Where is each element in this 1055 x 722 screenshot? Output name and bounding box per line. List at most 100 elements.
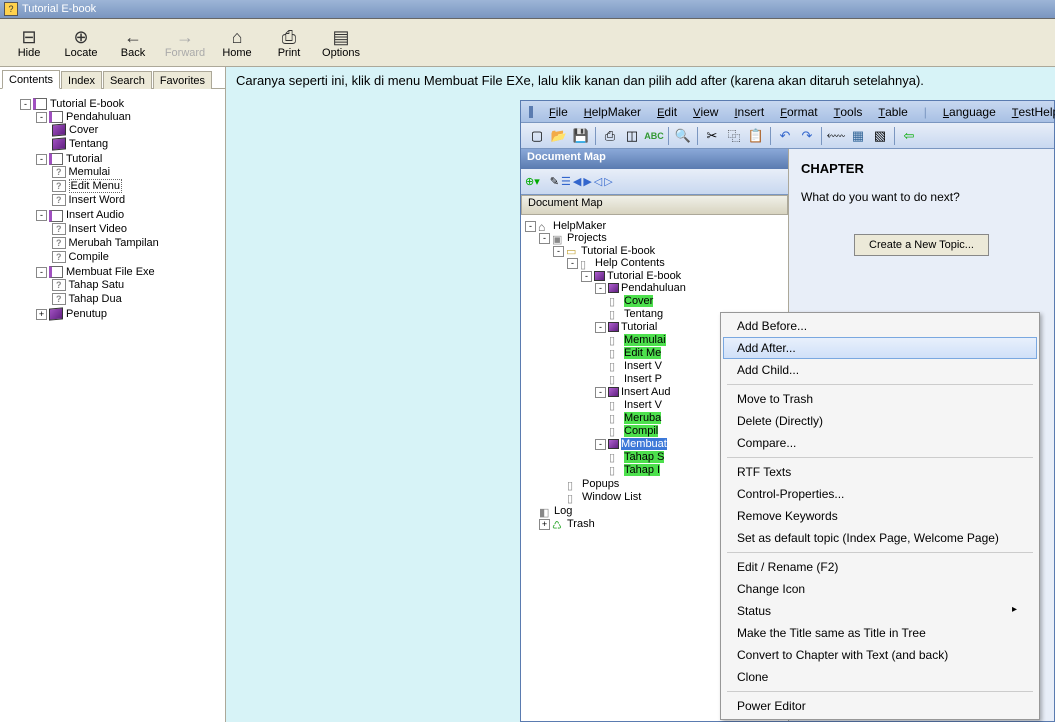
paste-icon[interactable]: 📋	[746, 126, 766, 146]
tree-item[interactable]: Memulai	[69, 166, 111, 178]
tab-search[interactable]: Search	[103, 71, 152, 89]
dtree-item[interactable]: Cover	[624, 295, 653, 307]
save-icon[interactable]: 💾	[571, 126, 591, 146]
dtree-item[interactable]: Window List	[582, 491, 641, 503]
tree-item[interactable]: Penutup	[66, 308, 107, 320]
menu-item[interactable]: Control-Properties...	[723, 483, 1037, 505]
menu-language[interactable]: Language	[937, 103, 1002, 121]
dtree-item[interactable]: Memulai	[624, 334, 666, 346]
tab-favorites[interactable]: Favorites	[153, 71, 212, 89]
expand-toggle[interactable]: -	[595, 322, 606, 333]
expand-toggle[interactable]: -	[20, 99, 31, 110]
table-icon[interactable]: ▦	[848, 126, 868, 146]
create-topic-button[interactable]: Create a New Topic...	[854, 234, 989, 256]
menu-item[interactable]: Change Icon	[723, 578, 1037, 600]
tree-item[interactable]: Merubah Tampilan	[69, 237, 159, 249]
expand-toggle[interactable]: -	[567, 258, 578, 269]
print-icon[interactable]: ⎙	[600, 126, 620, 146]
dtree-item[interactable]: Insert V	[624, 399, 662, 411]
tree-item[interactable]: Cover	[69, 124, 98, 136]
edit-icon[interactable]: ✎	[550, 175, 559, 188]
menu-insert[interactable]: Insert	[728, 103, 770, 121]
image-icon[interactable]: ▧	[870, 126, 890, 146]
nav1-icon[interactable]: ◀	[573, 175, 581, 188]
new-icon[interactable]: ▢	[527, 126, 547, 146]
nav4-icon[interactable]: ▷	[604, 175, 612, 188]
spell-icon[interactable]: ABC	[644, 126, 664, 146]
menu-item[interactable]: Move to Trash	[723, 388, 1037, 410]
dtree-item[interactable]: Projects	[567, 232, 607, 244]
expand-toggle[interactable]: -	[36, 210, 47, 221]
expand-toggle[interactable]: -	[525, 221, 536, 232]
expand-toggle[interactable]: -	[581, 271, 592, 282]
menu-item[interactable]: Power Editor	[723, 695, 1037, 717]
back-icon[interactable]: ⇦	[899, 126, 919, 146]
preview-icon[interactable]: ◫	[622, 126, 642, 146]
menu-format[interactable]: Format	[774, 103, 823, 121]
tree-item[interactable]: Pendahuluan	[66, 111, 131, 123]
expand-toggle[interactable]: -	[595, 283, 606, 294]
menu-item[interactable]: Add After...	[723, 337, 1037, 359]
locate-button[interactable]: ⊕Locate	[56, 21, 106, 64]
tree-item[interactable]: Compile	[69, 251, 109, 263]
open-icon[interactable]: 📂	[549, 126, 569, 146]
dtree-item[interactable]: Insert V	[624, 360, 662, 372]
expand-toggle[interactable]: +	[36, 309, 47, 320]
menu-testhelp[interactable]: TestHelp	[1006, 103, 1055, 121]
dtree-item[interactable]: Edit Me	[624, 347, 661, 359]
tree-item[interactable]: Tahap Satu	[69, 279, 125, 291]
menu-item[interactable]: RTF Texts	[723, 461, 1037, 483]
dtree-item[interactable]: Tutorial E-book	[581, 245, 655, 257]
menu-edit[interactable]: Edit	[651, 103, 683, 121]
menu-item[interactable]: Remove Keywords	[723, 505, 1037, 527]
menu-item[interactable]: Set as default topic (Index Page, Welcom…	[723, 527, 1037, 549]
menu-item[interactable]: Clone	[723, 666, 1037, 688]
tree-item[interactable]: Insert Word	[69, 194, 126, 206]
nav3-icon[interactable]: ◁	[594, 175, 602, 188]
context-menu[interactable]: Add Before...Add After...Add Child... Mov…	[720, 312, 1040, 720]
menu-item[interactable]: Edit / Rename (F2)	[723, 556, 1037, 578]
tree-item[interactable]: Membuat File Exe	[66, 266, 155, 278]
copy-icon[interactable]: ⿻	[724, 126, 744, 146]
expand-toggle[interactable]: -	[595, 387, 606, 398]
find-icon[interactable]: 🔍	[673, 126, 693, 146]
expand-toggle[interactable]: -	[36, 154, 47, 165]
menu-view[interactable]: View	[687, 103, 724, 121]
menu-item[interactable]: Add Before...	[723, 315, 1037, 337]
redo-icon[interactable]: ↷	[797, 126, 817, 146]
hide-button[interactable]: ⊟Hide	[4, 21, 54, 64]
dtree-item[interactable]: Tahap S	[624, 451, 664, 463]
tree-item[interactable]: Tutorial	[66, 153, 102, 165]
back-button[interactable]: ←Back	[108, 21, 158, 64]
link-icon[interactable]: ⬳	[826, 126, 846, 146]
dtree-item[interactable]: Compil	[624, 425, 658, 437]
expand-toggle[interactable]: +	[539, 519, 550, 530]
menu-table[interactable]: Table	[872, 103, 913, 121]
tree-root[interactable]: Tutorial E-book	[50, 98, 124, 110]
undo-icon[interactable]: ↶	[775, 126, 795, 146]
dtree-item[interactable]: Tentang	[624, 308, 663, 320]
tree-item[interactable]: Tahap Dua	[69, 293, 122, 305]
dtree-item[interactable]: Meruba	[624, 412, 661, 424]
dtree-item[interactable]: Tutorial E-book	[607, 270, 681, 282]
nav2-icon[interactable]: ▶	[583, 175, 591, 188]
print-button[interactable]: ⎙Print	[264, 21, 314, 64]
tree-item[interactable]: Insert Video	[69, 223, 128, 235]
options-button[interactable]: ▤Options	[316, 21, 366, 64]
menu-item[interactable]: Convert to Chapter with Text (and back)	[723, 644, 1037, 666]
menu-tools[interactable]: Tools	[828, 103, 869, 121]
expand-toggle[interactable]: -	[553, 246, 564, 257]
dtree-item[interactable]: Tahap I	[624, 464, 660, 476]
dtree-item[interactable]: Membuat	[621, 438, 667, 450]
expand-toggle[interactable]: -	[539, 233, 550, 244]
menu-helpmaker[interactable]: HelpMaker	[578, 103, 647, 121]
expand-toggle[interactable]: -	[36, 112, 47, 123]
tree-item[interactable]: Insert Audio	[66, 209, 124, 221]
menu-item[interactable]: Compare...	[723, 432, 1037, 454]
menu-item[interactable]: Make the Title same as Title in Tree	[723, 622, 1037, 644]
tab-index[interactable]: Index	[61, 71, 102, 89]
menu-item[interactable]: Delete (Directly)	[723, 410, 1037, 432]
dtree-item[interactable]: Insert P	[624, 373, 662, 385]
dtree-item[interactable]: Log	[554, 505, 572, 517]
menu-item[interactable]: Add Child...	[723, 359, 1037, 381]
